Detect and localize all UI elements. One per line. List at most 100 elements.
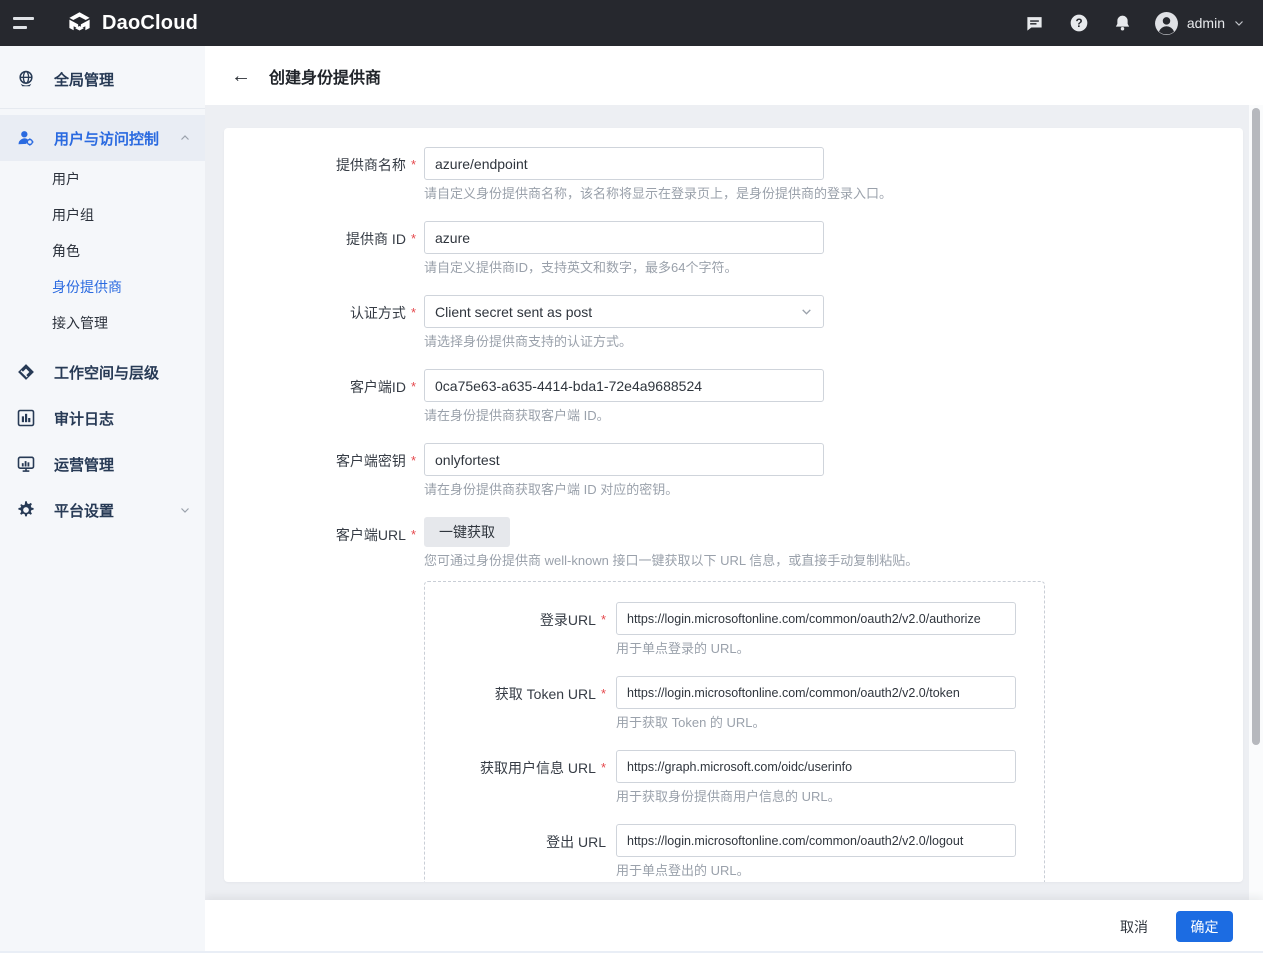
svg-text:?: ? [1075,17,1082,30]
field-help: 您可通过身份提供商 well-known 接口一键获取以下 URL 信息，或直接… [424,553,918,569]
main-content: 提供商名称 * 请自定义身份提供商名称，该名称将显示在登录页上，是身份提供商的登… [205,105,1263,900]
client-id-input[interactable] [424,369,824,402]
gear-icon [16,500,36,520]
sidebar-item-label: 接入管理 [52,313,108,333]
menu-toggle-icon[interactable] [0,0,46,46]
sidebar-item-label: 身份提供商 [52,277,122,297]
field-provider-id: 提供商 ID * 请自定义提供商ID，支持英文和数字，最多64个字符。 [224,221,1243,276]
field-label: 提供商 ID [346,229,406,249]
token-url-input[interactable] [616,676,1016,709]
field-auth-method: 认证方式 * Client secret sent as post 请选择身份提… [224,295,1243,350]
sidebar-item-label: 平台设置 [54,500,161,521]
required-mark: * [411,525,416,542]
sidebar-item-operations[interactable]: 运营管理 [0,441,205,487]
required-mark: * [601,758,606,775]
field-label: 获取用户信息 URL [480,758,596,778]
form-card: 提供商名称 * 请自定义身份提供商名称，该名称将显示在登录页上，是身份提供商的登… [224,128,1243,882]
brand-name: DaoCloud [102,12,198,35]
userinfo-url-input[interactable] [616,750,1016,783]
message-icon[interactable] [1018,6,1052,40]
field-help: 请自定义提供商ID，支持英文和数字，最多64个字符。 [424,260,824,276]
field-help: 用于单点登录的 URL。 [616,641,1016,657]
sidebar-item-identity-providers[interactable]: 身份提供商 [0,269,205,305]
chevron-down-icon [179,504,191,516]
user-menu[interactable]: admin [1154,11,1245,36]
confirm-button[interactable]: 确定 [1176,911,1233,942]
field-login-url: 登录URL * 用于单点登录的 URL。 [425,602,1044,657]
logout-url-input[interactable] [616,824,1016,857]
field-help: 用于单点登出的 URL。 [616,863,1016,879]
login-url-input[interactable] [616,602,1016,635]
required-mark: * [411,303,416,320]
username-label: admin [1187,15,1225,31]
page-header: ← 创建身份提供商 [205,46,1263,105]
field-help: 请选择身份提供商支持的认证方式。 [424,334,824,350]
required-mark: * [601,610,606,627]
field-client-id: 客户端ID * 请在身份提供商获取客户端 ID。 [224,369,1243,424]
auth-method-select[interactable]: Client secret sent as post [424,295,824,328]
sidebar-item-label: 运营管理 [54,454,191,475]
sidebar-item-label: 全局管理 [54,69,191,90]
user-chevron-down-icon [1233,17,1245,29]
one-click-fetch-button[interactable]: 一键获取 [424,517,510,547]
sidebar-item-roles[interactable]: 角色 [0,233,205,269]
provider-name-input[interactable] [424,147,824,180]
notifications-bell-icon[interactable] [1106,6,1140,40]
required-mark: * [411,155,416,172]
sidebar-item-label: 工作空间与层级 [54,362,191,383]
field-logout-url: 登出 URL 用于单点登出的 URL。 [425,824,1044,879]
required-mark: * [411,377,416,394]
field-help: 用于获取身份提供商用户信息的 URL。 [616,789,1016,805]
help-icon[interactable]: ? [1062,6,1096,40]
vertical-scrollbar-thumb[interactable] [1252,108,1260,745]
required-mark: * [411,229,416,246]
sidebar-item-user-groups[interactable]: 用户组 [0,197,205,233]
field-help: 用于获取 Token 的 URL。 [616,715,1016,731]
required-mark: * [601,684,606,701]
back-arrow-icon[interactable]: ← [231,66,251,86]
field-label: 登出 URL [546,832,606,852]
field-client-secret: 客户端密钥 * 请在身份提供商获取客户端 ID 对应的密钥。 [224,443,1243,498]
user-gear-icon [16,128,36,148]
field-label: 客户端URL [336,525,406,545]
required-mark: * [411,451,416,468]
avatar [1154,11,1179,36]
sidebar-item-label: 用户与访问控制 [54,128,161,149]
field-client-url: 客户端URL * 一键获取 您可通过身份提供商 well-known 接口一键获… [224,517,1243,569]
provider-id-input[interactable] [424,221,824,254]
sidebar-divider [0,108,205,109]
field-token-url: 获取 Token URL * 用于获取 Token 的 URL。 [425,676,1044,731]
sidebar-item-users[interactable]: 用户 [0,161,205,197]
field-label: 认证方式 [350,303,406,323]
vertical-scrollbar-track[interactable] [1249,105,1263,900]
cancel-button[interactable]: 取消 [1120,917,1148,937]
sidebar-item-audit-logs[interactable]: 审计日志 [0,395,205,441]
field-provider-name: 提供商名称 * 请自定义身份提供商名称，该名称将显示在登录页上，是身份提供商的登… [224,147,1243,202]
field-help: 请在身份提供商获取客户端 ID。 [424,408,824,424]
sidebar-item-workspaces[interactable]: 工作空间与层级 [0,349,205,395]
field-label: 客户端ID [350,377,406,397]
audit-log-icon [16,408,36,428]
sidebar-item-access-management[interactable]: 接入管理 [0,305,205,341]
field-label: 登录URL [540,610,596,630]
ops-monitor-icon [16,454,36,474]
sidebar-item-users-access-control[interactable]: 用户与访问控制 [0,115,205,161]
brand-logo[interactable]: DaoCloud [66,10,198,37]
field-label: 获取 Token URL [495,684,596,704]
sidebar-item-global-management[interactable]: 全局管理 [0,46,205,106]
select-chevron-down-icon [800,305,813,318]
sidebar-item-label: 用户 [52,169,80,189]
field-help: 请在身份提供商获取客户端 ID 对应的密钥。 [424,482,824,498]
sidebar-item-platform-settings[interactable]: 平台设置 [0,487,205,533]
sidebar-item-label: 用户组 [52,205,94,225]
field-label: 提供商名称 [336,155,406,175]
globe-icon [16,69,36,89]
sidebar-item-label: 角色 [52,241,80,261]
field-help: 请自定义身份提供商名称，该名称将显示在登录页上，是身份提供商的登录入口。 [424,186,892,202]
selected-value: Client secret sent as post [435,304,592,320]
daocloud-cube-icon [66,10,93,37]
sidebar: 全局管理 用户与访问控制 用户 用户组 角色 身份提供商 [0,46,205,953]
client-secret-input[interactable] [424,443,824,476]
chevron-up-icon [179,132,191,144]
page-title: 创建身份提供商 [269,64,381,88]
